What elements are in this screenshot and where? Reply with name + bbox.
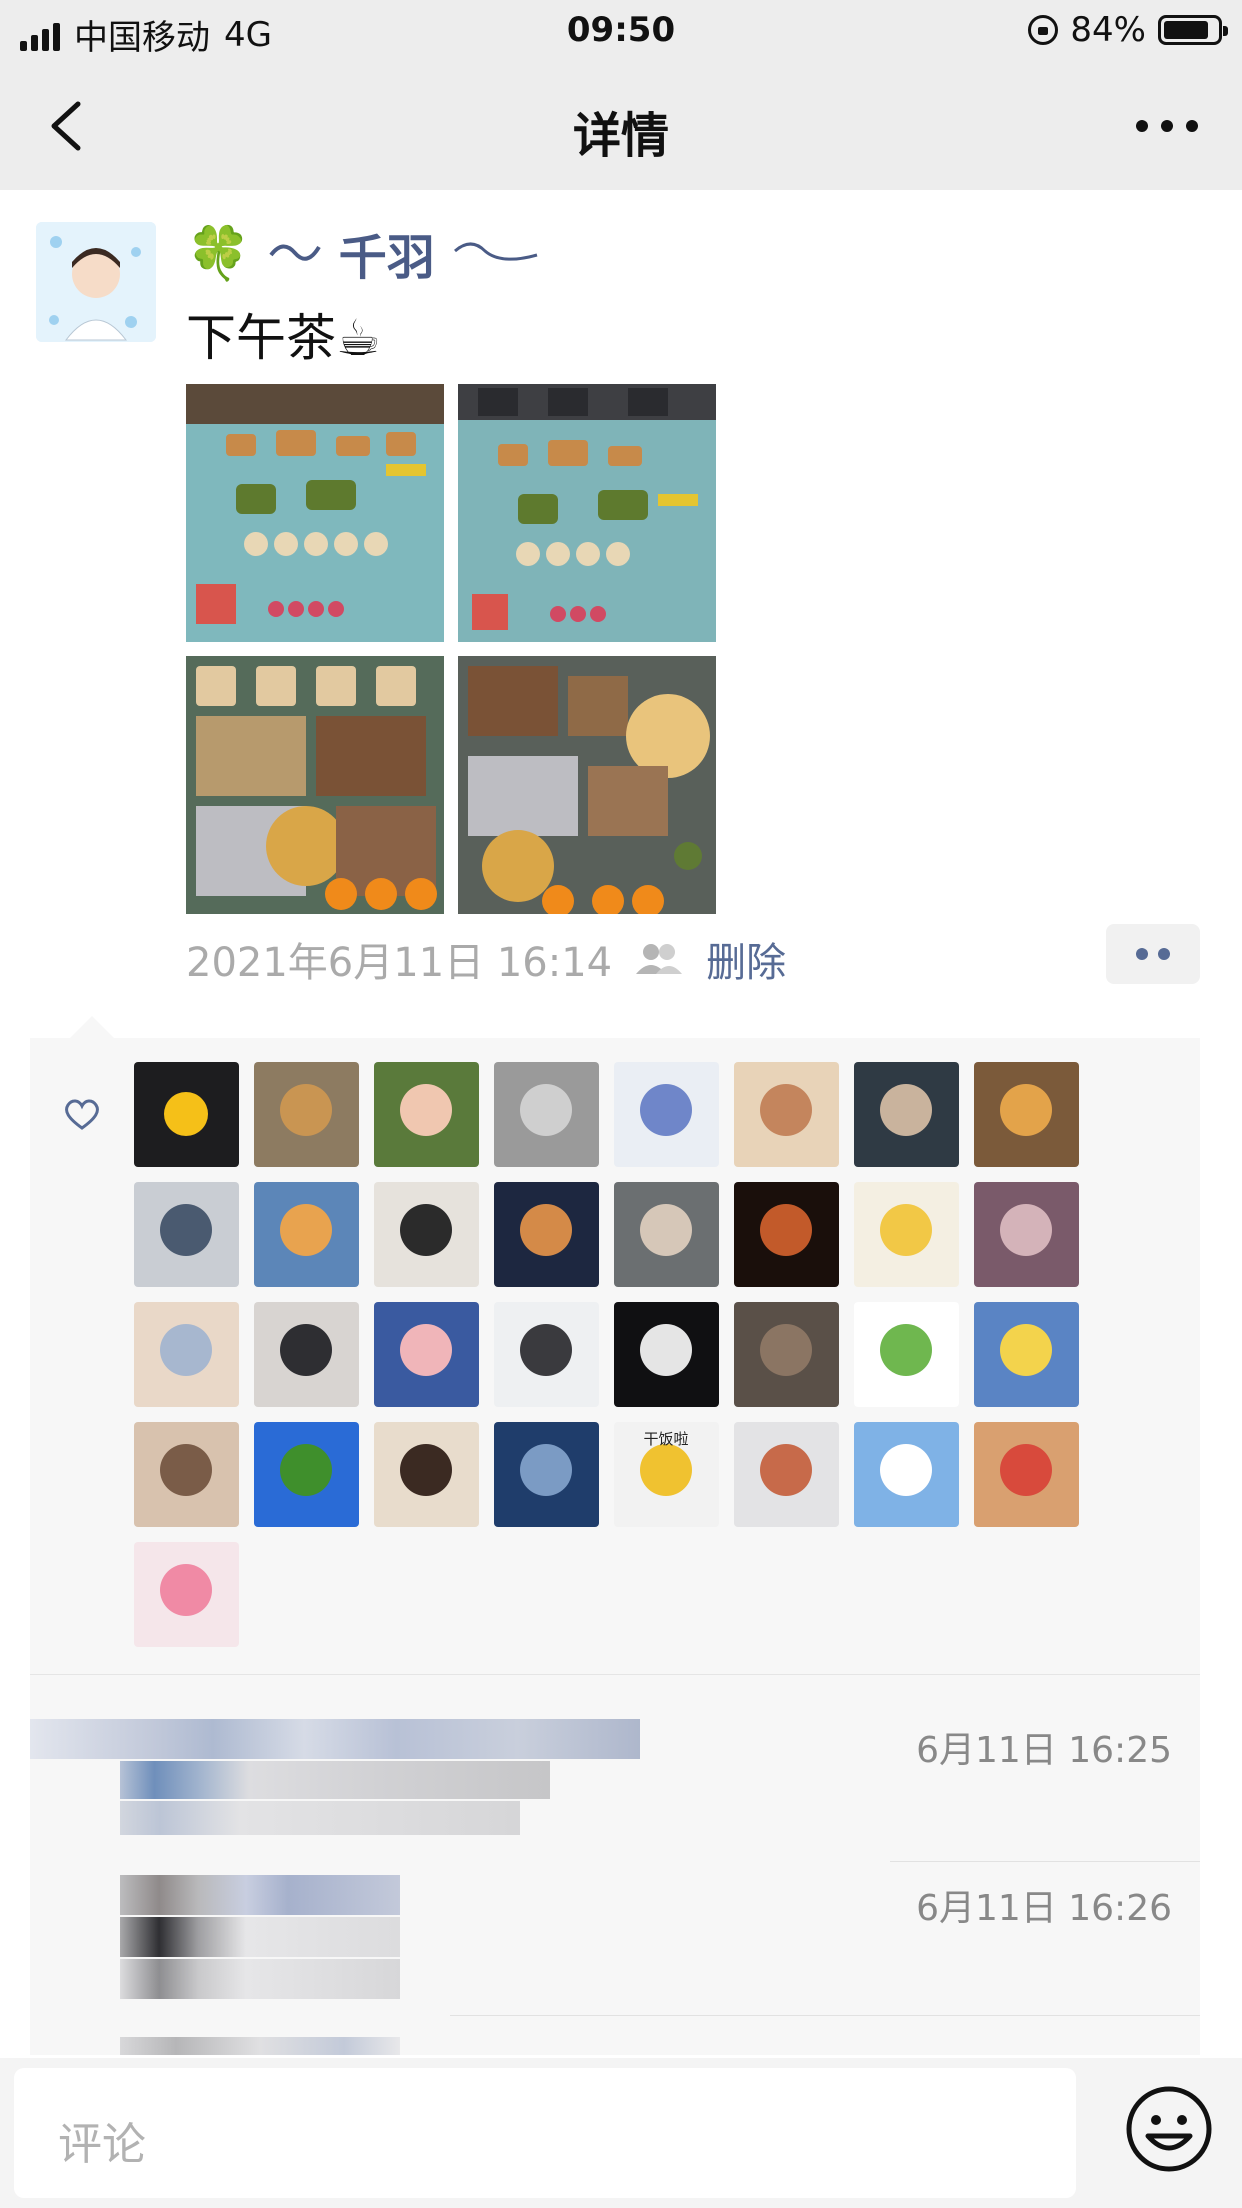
post-photo[interactable] — [458, 384, 716, 642]
wave-ornament-icon — [269, 244, 321, 261]
likes-panel: 干饭啦 — [30, 1016, 1200, 1674]
post-photo[interactable] — [458, 656, 716, 914]
liker-avatar[interactable] — [134, 1062, 239, 1167]
liker-avatar[interactable] — [854, 1302, 959, 1407]
liker-avatar[interactable] — [974, 1182, 1079, 1287]
liker-avatar[interactable] — [974, 1422, 1079, 1527]
dot-icon — [1136, 948, 1148, 960]
delete-link[interactable]: 删除 — [706, 930, 786, 988]
poster-nickname[interactable]: 🍀 千羽 — [186, 218, 541, 288]
divider — [890, 1861, 1200, 1862]
status-right: 84% — [1028, 10, 1228, 50]
post-photo[interactable] — [186, 384, 444, 642]
liker-avatar[interactable] — [374, 1062, 479, 1167]
liker-avatar[interactable] — [134, 1542, 239, 1647]
post-content: 下午茶☕ — [186, 309, 381, 367]
nickname-text: 千羽 — [338, 230, 435, 286]
liker-avatar[interactable] — [854, 1062, 959, 1167]
more-dots-icon[interactable] — [1132, 106, 1202, 146]
liker-avatar[interactable] — [974, 1062, 1079, 1167]
visibility-group-icon[interactable] — [634, 942, 684, 976]
liker-avatar[interactable] — [374, 1302, 479, 1407]
liker-avatar[interactable] — [734, 1182, 839, 1287]
liker-avatar[interactable] — [614, 1182, 719, 1287]
post-meta: 2021年6月11日 16:14 删除 — [186, 930, 786, 988]
liker-avatar[interactable] — [974, 1302, 1079, 1407]
liker-avatar[interactable] — [734, 1422, 839, 1527]
liker-avatar[interactable] — [254, 1422, 359, 1527]
svg-text:干饭啦: 干饭啦 — [643, 1430, 688, 1448]
rotation-lock-icon — [1028, 15, 1059, 45]
liker-avatar[interactable] — [134, 1182, 239, 1287]
liker-avatar[interactable] — [854, 1422, 959, 1527]
liker-avatar[interactable] — [494, 1422, 599, 1527]
dot-icon — [1158, 948, 1170, 960]
smiley-face-icon[interactable] — [1124, 2084, 1214, 2174]
comment-item[interactable]: 6月11日 16:26 — [30, 1875, 1200, 2035]
battery-icon — [1158, 15, 1228, 45]
nav-bar: 详情 — [0, 62, 1242, 190]
liker-avatar[interactable] — [254, 1302, 359, 1407]
comment-placeholder: 评论 — [58, 2119, 146, 2170]
post-timestamp: 2021年6月11日 16:14 — [186, 940, 613, 986]
liker-avatar[interactable] — [614, 1062, 719, 1167]
comments-list: 6月11日 16:25 6月11日 16:26 — [30, 1674, 1200, 2055]
clover-icon: 🍀 — [186, 223, 251, 284]
comment-bar: 评论 — [0, 2058, 1242, 2208]
wave-ornament-icon — [453, 242, 538, 261]
liker-avatar[interactable]: 干饭啦 — [614, 1422, 719, 1527]
comment-time: 6月11日 16:26 — [916, 1888, 1172, 1929]
liker-avatar[interactable] — [734, 1302, 839, 1407]
divider — [450, 2015, 1200, 2016]
page-title: 详情 — [572, 108, 669, 164]
liker-avatar[interactable] — [614, 1302, 719, 1407]
status-bar: 中国移动 4G 09:50 84% — [0, 0, 1242, 62]
liker-avatar-grid: 干饭啦 — [134, 1062, 1094, 1647]
comment-time: 6月11日 16:25 — [916, 1730, 1172, 1771]
liker-avatar[interactable] — [854, 1182, 959, 1287]
liker-avatar[interactable] — [494, 1062, 599, 1167]
liker-avatar[interactable] — [494, 1182, 599, 1287]
post-photo[interactable] — [186, 656, 444, 914]
liker-avatar[interactable] — [374, 1422, 479, 1527]
liker-avatar[interactable] — [134, 1302, 239, 1407]
action-menu-button[interactable] — [1106, 924, 1200, 984]
liker-avatar[interactable] — [254, 1062, 359, 1167]
liker-avatar[interactable] — [254, 1182, 359, 1287]
heart-icon — [65, 1099, 99, 1130]
battery-percent: 84% — [1070, 10, 1146, 50]
liker-avatar[interactable] — [134, 1422, 239, 1527]
liker-avatar[interactable] — [494, 1302, 599, 1407]
liker-avatar[interactable] — [734, 1062, 839, 1167]
comment-input[interactable]: 评论 — [14, 2068, 1076, 2198]
photo-grid — [186, 384, 716, 914]
poster-avatar[interactable] — [36, 222, 156, 342]
liker-avatar[interactable] — [374, 1182, 479, 1287]
comment-item[interactable]: 6月11日 16:25 — [30, 1675, 1200, 1862]
